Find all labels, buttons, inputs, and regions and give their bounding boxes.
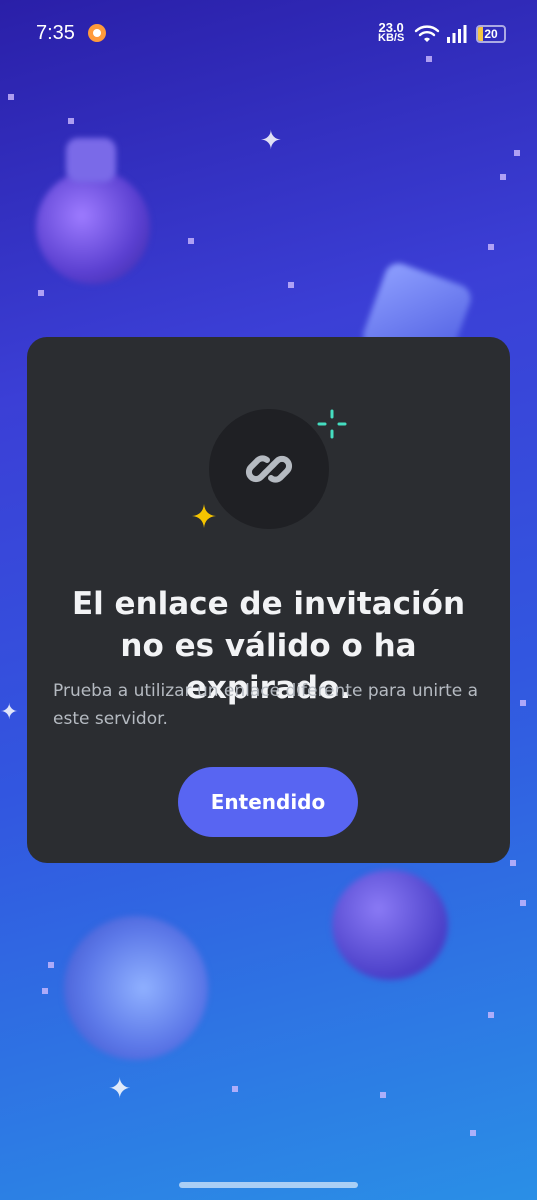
star-dot <box>514 150 520 156</box>
entendido-button[interactable]: Entendido <box>178 767 358 837</box>
sparkle-icon <box>317 409 347 439</box>
link-icon <box>245 455 293 483</box>
wifi-icon <box>414 25 440 42</box>
star-dot <box>232 1086 238 1092</box>
battery-icon: 20 <box>476 25 506 43</box>
star-dot <box>188 238 194 244</box>
star-dot <box>288 282 294 288</box>
star-dot <box>68 118 74 124</box>
star-dot <box>8 94 14 100</box>
star-dot <box>510 860 516 866</box>
star-dot <box>470 1130 476 1136</box>
star-dot <box>500 174 506 180</box>
star-dot <box>48 962 54 968</box>
star-dot <box>42 988 48 994</box>
network-speed: 23.0 KB/S <box>378 21 405 44</box>
invite-expired-dialog: El enlace de invitación no es válido o h… <box>27 337 510 863</box>
sparkle-icon: ✦ <box>108 1072 132 1105</box>
star-dot <box>38 290 44 296</box>
potion-illustration <box>36 170 150 284</box>
network-speed-unit: KB/S <box>378 32 405 44</box>
sparkle-icon: ✦ <box>260 126 282 156</box>
home-indicator[interactable] <box>179 1182 358 1188</box>
status-time: 7:35 <box>36 22 75 44</box>
sparkle-icon: ✦ <box>0 700 19 725</box>
notification-app-icon <box>88 24 106 42</box>
potion-neck-illustration <box>66 138 116 182</box>
signal-icon <box>447 25 467 43</box>
star-dot <box>488 244 494 250</box>
orb-illustration <box>332 870 448 980</box>
status-bar: 7:35 23.0 KB/S 20 <box>0 0 537 70</box>
star-dot <box>488 1012 494 1018</box>
battery-level: 20 <box>484 27 498 41</box>
star-icon <box>192 504 216 528</box>
star-dot <box>520 900 526 906</box>
star-dot <box>380 1092 386 1098</box>
coin-illustration <box>64 916 208 1060</box>
dialog-subtitle: Prueba a utilizar un enlace diferente pa… <box>53 681 479 729</box>
link-icon-container <box>209 409 329 529</box>
star-dot <box>520 700 526 706</box>
